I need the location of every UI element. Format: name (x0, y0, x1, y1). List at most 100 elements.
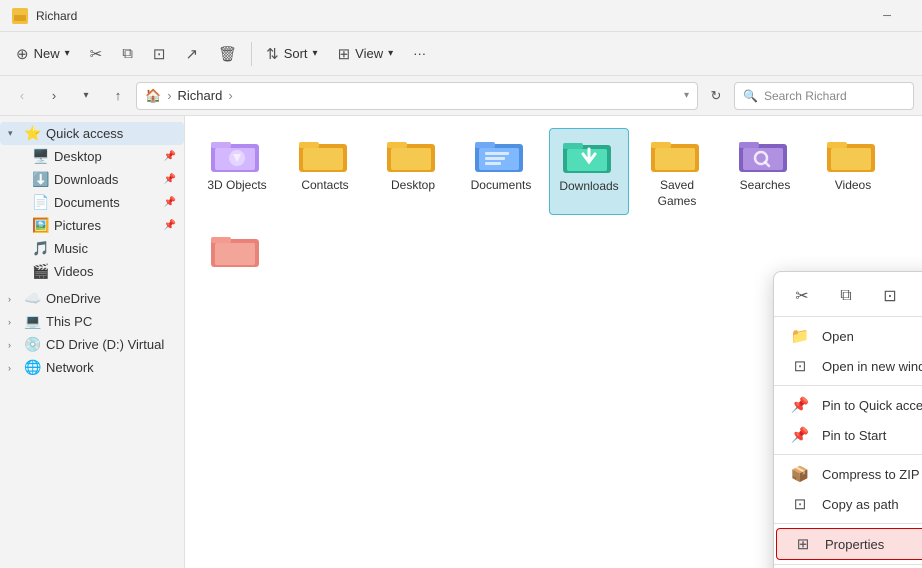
cut-button[interactable]: ✂ (82, 41, 111, 67)
ctx-open-new-window-icon: ⊡ (790, 357, 810, 375)
onedrive-header[interactable]: › ☁️ OneDrive (0, 287, 184, 310)
file-label-contacts: Contacts (301, 178, 348, 194)
ctx-open-new-window-label: Open in new window (822, 359, 922, 374)
network-expand: › (8, 363, 20, 373)
desktop-label: Desktop (54, 149, 102, 164)
address-dropdown[interactable]: ▾ (684, 90, 689, 101)
sidebar-item-documents[interactable]: 📄 Documents 📌 (24, 191, 184, 214)
file-item-contacts[interactable]: Contacts (285, 128, 365, 215)
quick-access-star-icon: ⭐ (24, 125, 42, 142)
ctx-copy-button[interactable]: ⧉ (830, 280, 862, 312)
ctx-compress-zip-label: Compress to ZIP file (822, 467, 922, 482)
toolbar: ⊕ New ▾ ✂ ⧉ ⊡ ↗ 🗑 ⇅ Sort ▾ ⊞ View ▾ ··· (0, 32, 922, 76)
forward-button[interactable]: › (40, 82, 68, 110)
documents-pin-icon: 📌 (164, 197, 176, 208)
ctx-compress-zip[interactable]: 📦 Compress to ZIP file (774, 459, 922, 489)
sidebar-item-music[interactable]: 🎵 Music (24, 237, 184, 260)
paste-button[interactable]: ⊡ (145, 41, 174, 67)
quick-access-header[interactable]: ▾ ⭐ Quick access (0, 122, 184, 145)
desktop-pin-icon: 📌 (164, 151, 176, 162)
file-grid: 3D Objects Contacts (197, 128, 910, 275)
folder-icon-downloads (563, 135, 615, 175)
delete-icon: 🗑 (218, 45, 237, 63)
cddrive-label: CD Drive (D:) Virtual (46, 337, 164, 352)
ctx-delete-button[interactable]: 🗑 (918, 280, 922, 312)
address-separator2: › (228, 88, 232, 103)
delete-button[interactable]: 🗑 (210, 41, 245, 67)
network-icon: 🌐 (24, 359, 42, 376)
thispc-header[interactable]: › 💻 This PC (0, 310, 184, 333)
sort-icon: ⇅ (266, 45, 279, 63)
sidebar-item-videos[interactable]: 🎬 Videos (24, 260, 184, 283)
copy-icon: ⧉ (122, 45, 133, 62)
file-item-downloads[interactable]: Downloads (549, 128, 629, 215)
folder-icon-partial1 (211, 229, 263, 269)
up-button[interactable]: ↑ (104, 82, 132, 110)
minimize-button[interactable]: ─ (864, 0, 910, 32)
title-bar-controls: ─ (864, 0, 910, 32)
folder-icon-searches (739, 134, 791, 174)
share-button[interactable]: ↗ (178, 41, 207, 67)
recent-button[interactable]: ▾ (72, 82, 100, 110)
new-label: New (34, 46, 60, 61)
folder-icon-videos (827, 134, 879, 174)
file-label-videos: Videos (835, 178, 871, 194)
quick-access-children: 🖥️ Desktop 📌 ⬇️ Downloads 📌 📄 Documents … (0, 145, 184, 283)
onedrive-expand: › (8, 294, 20, 304)
file-item-partial1[interactable] (197, 223, 277, 275)
search-placeholder: Search Richard (764, 89, 847, 103)
ctx-pin-quick-access-label: Pin to Quick access (822, 398, 922, 413)
back-button[interactable]: ‹ (8, 82, 36, 110)
onedrive-icon: ☁️ (24, 290, 42, 307)
refresh-button[interactable]: ↻ (702, 82, 730, 110)
ctx-pin-quick-access[interactable]: 📌 Pin to Quick access (774, 390, 922, 420)
file-item-documents[interactable]: Documents (461, 128, 541, 215)
new-button[interactable]: ⊕ New ▾ (8, 41, 78, 67)
view-label: View (355, 46, 383, 61)
ctx-properties[interactable]: ⊞ Properties Alt+Enter (776, 528, 922, 560)
address-path: Richard (178, 88, 223, 103)
downloads-label: Downloads (54, 172, 118, 187)
view-chevron: ▾ (388, 48, 393, 59)
file-item-savedgames[interactable]: Saved Games (637, 128, 717, 215)
videos-icon: 🎬 (32, 263, 48, 280)
ctx-paste-button[interactable]: ⊡ (874, 280, 906, 312)
cddrive-header[interactable]: › 💿 CD Drive (D:) Virtual (0, 333, 184, 356)
folder-icon-documents (475, 134, 527, 174)
ctx-sep-4 (774, 564, 922, 565)
main-layout: ▾ ⭐ Quick access 🖥️ Desktop 📌 ⬇️ Downloa… (0, 116, 922, 568)
file-item-searches[interactable]: Searches (725, 128, 805, 215)
ctx-copy-path-label: Copy as path (822, 497, 899, 512)
ctx-open-new-window[interactable]: ⊡ Open in new window (774, 351, 922, 381)
context-menu: ✂ ⧉ ⊡ 🗑 📁 Open Enter ⊡ Open in new windo… (773, 271, 922, 568)
quick-access-label: Quick access (46, 126, 123, 141)
view-button[interactable]: ⊞ View ▾ (330, 41, 402, 67)
new-chevron: ▾ (65, 48, 70, 59)
new-icon: ⊕ (16, 45, 29, 63)
ctx-cut-button[interactable]: ✂ (786, 280, 818, 312)
file-item-3dobjects[interactable]: 3D Objects (197, 128, 277, 215)
thispc-icon: 💻 (24, 313, 42, 330)
ctx-sep-1 (774, 385, 922, 386)
copy-button[interactable]: ⧉ (114, 41, 141, 66)
address-box[interactable]: 🏠 › Richard › ▾ (136, 82, 698, 110)
network-header[interactable]: › 🌐 Network (0, 356, 184, 379)
pictures-pin-icon: 📌 (164, 220, 176, 231)
search-box[interactable]: 🔍 Search Richard (734, 82, 914, 110)
ctx-open[interactable]: 📁 Open Enter (774, 321, 922, 351)
file-item-desktop[interactable]: Desktop (373, 128, 453, 215)
thispc-label: This PC (46, 314, 92, 329)
sidebar-item-desktop[interactable]: 🖥️ Desktop 📌 (24, 145, 184, 168)
sort-button[interactable]: ⇅ Sort ▾ (258, 41, 325, 67)
sidebar-item-downloads[interactable]: ⬇️ Downloads 📌 (24, 168, 184, 191)
sidebar-item-pictures[interactable]: 🖼️ Pictures 📌 (24, 214, 184, 237)
ctx-copy-path[interactable]: ⊡ Copy as path (774, 489, 922, 519)
file-item-videos[interactable]: Videos (813, 128, 893, 215)
more-button[interactable]: ··· (405, 42, 434, 65)
thispc-expand: › (8, 317, 20, 327)
folder-icon-contacts (299, 134, 351, 174)
more-label: ··· (413, 46, 426, 61)
file-label-desktop: Desktop (391, 178, 435, 194)
ctx-pin-start[interactable]: 📌 Pin to Start (774, 420, 922, 450)
file-label-3dobjects: 3D Objects (207, 178, 266, 194)
